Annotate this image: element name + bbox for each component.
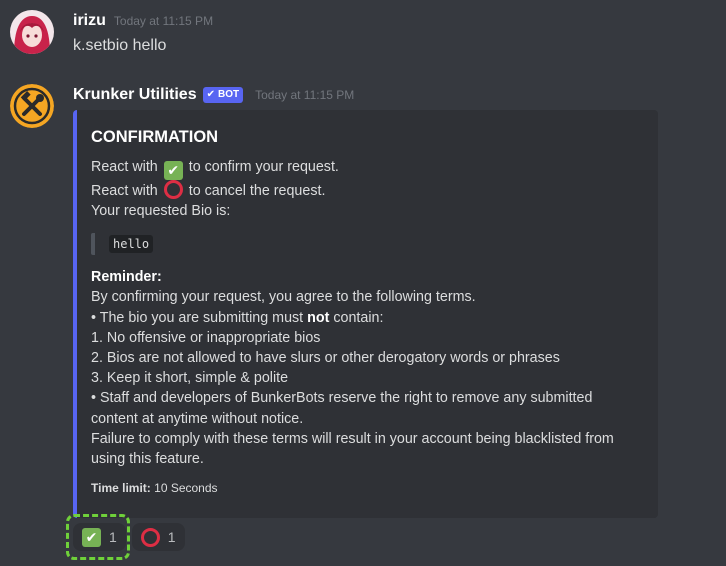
terms-intro: By confirming your request, you agree to… xyxy=(91,289,476,306)
must-not-post: contain: xyxy=(333,309,384,326)
reaction-check[interactable]: ✔ 1 xyxy=(73,523,126,551)
chat-view: irizu Today at 11:15 PM k.setbio hello K… xyxy=(0,0,726,566)
rule-1: 1. No offensive or inappropriate bios xyxy=(91,329,321,346)
confirm-instruction: React with ✔ to confirm your request. xyxy=(91,157,658,180)
cancel-post-text: to cancel the request. xyxy=(188,183,326,199)
rule-3: 3. Keep it short, simple & polite xyxy=(91,370,289,387)
username[interactable]: irizu xyxy=(73,12,106,30)
bot-tag: ✔ BOT xyxy=(202,86,244,103)
timestamp: Today at 11:15 PM xyxy=(113,14,214,28)
bio-code: hello xyxy=(109,235,154,254)
anime-girl-avatar-icon xyxy=(10,10,54,54)
message-text: k.setbio hello xyxy=(73,37,167,54)
bot-avatar[interactable] xyxy=(10,84,54,128)
username[interactable]: Krunker Utilities xyxy=(73,86,197,104)
confirm-post-text: to confirm your request. xyxy=(188,159,339,175)
user-avatar[interactable] xyxy=(10,10,54,54)
confirmation-embed: CONFIRMATION React with ✔ to confirm you… xyxy=(73,110,658,518)
time-limit-value: 10 Seconds xyxy=(154,481,218,496)
hammer-wrench-logo-icon xyxy=(10,84,54,128)
verified-check-icon: ✔ xyxy=(206,89,215,100)
must-not-pre: • The bio you are submitting must xyxy=(91,309,304,326)
embed-footer: Time limit: 10 Seconds xyxy=(91,481,658,495)
bot-tag-label: BOT xyxy=(217,89,240,100)
confirm-pre-text: React with xyxy=(91,159,158,175)
check-mark-icon: ✔ xyxy=(163,161,183,180)
time-limit-label: Time limit: xyxy=(91,481,151,496)
embed-title: CONFIRMATION xyxy=(91,128,219,146)
must-not-line: • The bio you are submitting must not co… xyxy=(91,308,658,328)
hollow-red-circle-icon xyxy=(140,527,160,547)
failure-line-1: Failure to comply with these terms will … xyxy=(91,430,614,447)
failure-line-2: using this feature. xyxy=(91,451,204,468)
hollow-red-circle-icon xyxy=(163,180,183,199)
reaction-count: 1 xyxy=(167,529,176,545)
must-not-bold: not xyxy=(307,309,330,326)
check-mark-icon: ✔ xyxy=(82,527,101,547)
bio-blockquote: hello xyxy=(91,233,658,256)
reaction-circle[interactable]: 1 xyxy=(131,523,185,551)
reminder-title: Reminder: xyxy=(91,269,162,286)
timestamp: Today at 11:15 PM xyxy=(255,88,355,102)
cancel-pre-text: React with xyxy=(91,183,158,199)
reactions-bar: ✔ 1 1 xyxy=(73,523,185,551)
staff-line-1: • Staff and developers of BunkerBots res… xyxy=(91,390,593,407)
cancel-instruction: React with to cancel the request. xyxy=(91,180,658,201)
reaction-count: 1 xyxy=(109,529,117,545)
staff-line-2: content at anytime without notice. xyxy=(91,410,304,427)
requested-bio-label: Your requested Bio is: xyxy=(91,203,231,220)
rule-2: 2. Bios are not allowed to have slurs or… xyxy=(91,350,560,367)
